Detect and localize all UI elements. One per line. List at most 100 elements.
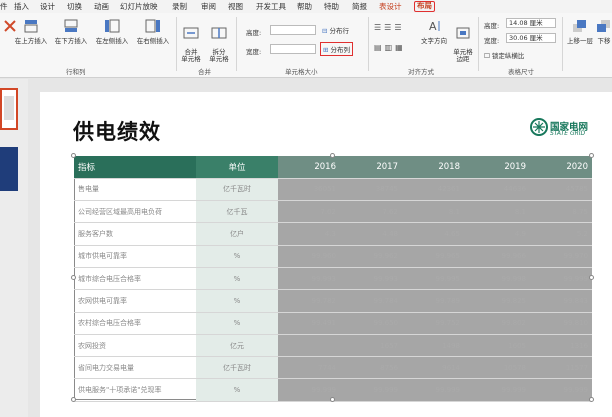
value-cell[interactable]: 99.789 <box>402 289 464 313</box>
cell-margins-button[interactable]: 单元格 边距 <box>450 19 476 63</box>
unit-cell[interactable]: % <box>196 267 278 291</box>
resize-handle-top-right[interactable] <box>589 153 594 158</box>
value-cell[interactable]: 99.960 <box>278 245 340 268</box>
value-cell[interactable]: 1657 <box>340 334 402 358</box>
tab-slideshow[interactable]: 幻灯片放映 <box>120 1 158 12</box>
indicator-cell[interactable]: 城市综合电压合格率 <box>74 267 196 291</box>
indicator-cell[interactable]: 农网供电可靠率 <box>74 289 196 313</box>
unit-cell[interactable]: 亿千瓦时 <box>196 178 278 202</box>
resize-handle-top[interactable] <box>330 153 335 158</box>
slide-thumbnail-1[interactable] <box>0 88 18 130</box>
tab-insert[interactable]: 插入 <box>14 1 29 12</box>
value-cell[interactable]: 5.2 <box>530 222 592 246</box>
insert-above-button[interactable]: 在上方插入 <box>14 19 48 45</box>
unit-cell[interactable]: 亿千瓦时 <box>196 356 278 380</box>
table-width-input[interactable]: 30.06 厘米 <box>506 33 556 43</box>
slide-thumbnail-2[interactable] <box>0 147 18 191</box>
vertical-align-buttons[interactable]: ▤▥▦ <box>374 43 406 52</box>
value-cell[interactable]: 99.810 <box>530 312 592 335</box>
tab-file[interactable]: 件 <box>0 1 8 12</box>
header-cell[interactable]: 2018 <box>402 156 464 179</box>
value-cell[interactable]: 99.998 <box>464 267 530 291</box>
resize-handle-right[interactable] <box>589 275 594 280</box>
value-cell[interactable]: 1605 <box>464 334 530 358</box>
tab-record[interactable]: 录制 <box>172 1 187 12</box>
value-cell[interactable]: 7.02 <box>278 200 340 224</box>
value-cell[interactable]: 7744 <box>278 356 340 380</box>
value-cell[interactable]: 8756 <box>340 356 402 380</box>
table-height-input[interactable]: 14.08 厘米 <box>506 18 556 28</box>
unit-cell[interactable]: % <box>196 245 278 268</box>
distribute-rows-button[interactable]: ⊟ 分布行 <box>322 25 349 35</box>
value-cell[interactable]: 99.782 <box>278 289 340 313</box>
cell-width-input[interactable] <box>270 44 316 54</box>
indicator-cell[interactable]: 供电服务"十项承诺"兑现率 <box>74 378 196 402</box>
value-cell[interactable]: 38745 <box>340 178 402 202</box>
value-cell[interactable]: 8.1 <box>402 200 464 224</box>
indicator-cell[interactable]: 农村综合电压合格率 <box>74 312 196 335</box>
value-cell[interactable]: 4.9 <box>464 222 530 246</box>
value-cell[interactable]: 1316 <box>530 334 592 358</box>
send-backward-button[interactable]: 下移 <box>596 19 612 45</box>
header-cell[interactable]: 单位 <box>196 156 278 179</box>
header-cell[interactable]: 2020 <box>530 156 592 179</box>
tab-addin[interactable]: 特助 <box>324 1 339 12</box>
tab-table-design[interactable]: 表设计 <box>379 1 402 12</box>
value-cell[interactable]: 99.784 <box>340 289 402 313</box>
value-cell[interactable]: 99.802 <box>464 312 530 335</box>
performance-table[interactable]: 指标 单位 2016 2017 2018 2019 2020 售电量 亿千瓦时 36… <box>74 156 592 402</box>
value-cell[interactable]: 99.999 <box>530 378 592 402</box>
value-cell[interactable]: 10578 <box>464 356 530 380</box>
tab-design[interactable]: 设计 <box>40 1 55 12</box>
unit-cell[interactable]: % <box>196 378 278 402</box>
value-cell[interactable]: 99.993 <box>340 267 402 291</box>
tab-layout[interactable]: 布局 <box>414 1 435 12</box>
distribute-cols-button[interactable]: ⊞ 分布列 <box>320 42 354 56</box>
resize-handle-bottom[interactable] <box>330 397 335 402</box>
value-cell[interactable]: 99.999 <box>402 378 464 402</box>
value-cell[interactable] <box>278 334 340 358</box>
header-cell[interactable]: 指标 <box>74 156 196 179</box>
value-cell[interactable]: 8.75 <box>530 200 592 224</box>
value-cell[interactable]: 45785 <box>530 178 592 202</box>
resize-handle-bottom-right[interactable] <box>589 397 594 402</box>
value-cell[interactable]: 99.965 <box>402 245 464 268</box>
resize-handle-bottom-left[interactable] <box>71 397 76 402</box>
value-cell[interactable]: 99.999 <box>340 378 402 402</box>
resize-handle-left[interactable] <box>71 275 76 280</box>
merge-cells-button[interactable]: 合并 单元格 <box>180 19 202 63</box>
unit-cell[interactable]: 亿千瓦 <box>196 200 278 224</box>
value-cell[interactable]: 99.825 <box>464 289 530 313</box>
value-cell[interactable]: 42361 <box>402 178 464 202</box>
indicator-cell[interactable]: 公司经营区域最高用电负荷 <box>74 200 196 224</box>
tab-review[interactable]: 审阅 <box>201 1 216 12</box>
value-cell[interactable]: 4.3 <box>278 222 340 246</box>
value-cell[interactable]: 99.650 <box>340 312 402 335</box>
lock-ratio-checkbox[interactable]: ☐ 锁定纵横比 <box>484 50 524 60</box>
value-cell[interactable]: 1498 <box>402 334 464 358</box>
value-cell[interactable]: 99.999 <box>464 378 530 402</box>
unit-cell[interactable]: 亿元 <box>196 334 278 358</box>
cell-height-input[interactable] <box>270 25 316 35</box>
slide-title[interactable]: 供电绩效 <box>73 116 161 146</box>
value-cell[interactable]: 99.966 <box>464 245 530 268</box>
indicator-cell[interactable]: 城市供电可靠率 <box>74 245 196 268</box>
value-cell[interactable]: 4.65 <box>402 222 464 246</box>
value-cell[interactable]: 11577 <box>530 356 592 380</box>
insert-left-button[interactable]: 在左侧插入 <box>95 19 129 45</box>
bring-forward-button[interactable]: 上移一层 <box>566 19 594 45</box>
unit-cell[interactable]: 亿户 <box>196 222 278 246</box>
header-cell[interactable]: 2019 <box>464 156 530 179</box>
value-cell[interactable]: 7.62 <box>340 200 402 224</box>
value-cell[interactable]: 99.491 <box>278 312 340 335</box>
header-cell[interactable]: 2016 <box>278 156 340 179</box>
tab-transitions[interactable]: 切换 <box>67 1 82 12</box>
value-cell[interactable]: 99.995 <box>402 267 464 291</box>
indicator-cell[interactable]: 服务客户数 <box>74 222 196 246</box>
value-cell[interactable]: 99.970 <box>530 245 592 268</box>
tab-animations[interactable]: 动画 <box>94 1 109 12</box>
tab-brief[interactable]: 简报 <box>352 1 367 12</box>
value-cell[interactable]: 44636 <box>464 178 530 202</box>
indicator-cell[interactable]: 省间电力交易电量 <box>74 356 196 380</box>
indicator-cell[interactable]: 售电量 <box>74 178 196 202</box>
